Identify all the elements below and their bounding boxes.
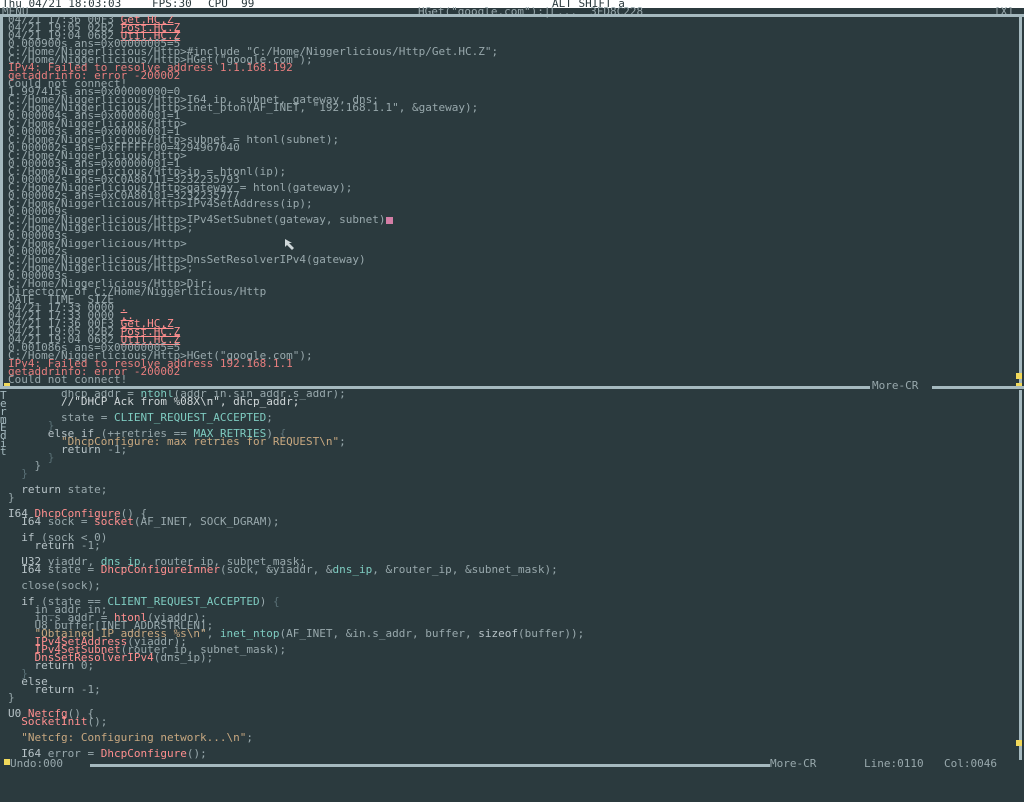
code-line: if (state == CLIENT_REQUEST_ACCEPTED) { [8,595,1016,608]
code-token: return [34,539,75,552]
code-line: DnsSetResolverIPv4(dns_ip); [8,651,1016,664]
code-token: -1; [100,443,128,456]
code-token: ; [266,411,273,424]
side-letter: t [0,445,7,458]
pane-separator-left[interactable] [0,386,870,389]
code-line: return state; [8,483,1016,496]
code-token: ; [339,435,346,448]
code-token: SocketInit [8,715,88,728]
code-token: sock = [41,515,95,528]
code-token: return [34,659,75,672]
text-cursor [385,216,393,224]
code-token: ) [259,595,273,608]
code-line: I64 sock = socket(AF_INET, SOCK_DGRAM); [8,515,1016,528]
code-line: I64 state = DhcpConfigureInner(sock, &yi… [8,563,1016,576]
code-token: DhcpConfigure [100,747,187,760]
code-line: } [8,668,1016,679]
code-token: 0; [74,659,95,672]
line-readout: Line:0110 [864,757,924,770]
code-token: -1; [74,539,101,552]
code-token: -1; [74,683,101,696]
terminal-right-border [1019,16,1022,386]
code-token: ; [246,731,254,744]
code-line: } [8,460,1016,471]
code-token: "Netcfg: Configuring network...\n" [8,731,247,744]
terminal-line: getaddrinfo: error -200002 [8,70,1018,81]
code-line: state = CLIENT_REQUEST_ACCEPTED; [8,411,1016,424]
code-token: state = [41,563,101,576]
terminal-line: C:/Home/Niggerlicious/Http>IPv4SetAddres… [8,198,1018,209]
terminal-line: Directory of C:/Home/Niggerlicious/Http [8,286,1018,297]
code-token: //"DHCP Ack from %08X\n", dhcp_addr; [8,395,300,408]
code-line: "DhcpConfigure: max retries for REQUEST\… [8,435,1016,448]
terminal-line: C:/Home/Niggerlicious/Http>; [8,222,1018,233]
editor-scroll-corner[interactable] [1016,740,1022,746]
code-token: (sock, &yiaddr, & [219,563,333,576]
code-token: , &router_ip, &subnet_mask); [372,563,558,576]
code-token: socket [94,515,134,528]
code-token: } [8,467,28,480]
code-line: return -1; [8,539,1016,552]
code-token: I64 [8,563,42,576]
code-line: "Netcfg: Configuring network...\n"; [8,731,1016,744]
code-token: inet_ntop [219,627,280,640]
code-token: I64 [8,515,42,528]
code-token: (); [186,747,207,760]
code-line: if (sock < 0) [8,532,1016,543]
code-line: close(sock); [8,579,1016,592]
code-line: SocketInit(); [8,715,1016,728]
editor-status-bar: Undo:000 More-CR Line:0110 Col:0046 [0,757,1024,770]
code-line: U0 Netcfg() { [8,708,1016,719]
code-line: //"DHCP Ack from %08X\n", dhcp_addr; [8,395,1016,408]
code-token: return [21,483,61,496]
terminal-line: C:/Home/Niggerlicious/Http>; [8,262,1018,273]
code-token: dns_ip [332,563,373,576]
editor-right-border[interactable] [1019,390,1022,760]
code-token: } [8,691,15,704]
code-token: CLIENT_REQUEST_ACCEPTED [107,595,260,608]
code-token: return [60,443,101,456]
code-line: else [8,676,1016,687]
more-cr-status: More-CR [770,757,817,770]
code-token: state; [61,483,108,496]
code-token: (buffer)); [517,627,585,640]
code-token: (); [87,715,108,728]
editor-side-label: TermEdit [0,390,7,458]
code-token: { [272,595,280,608]
terminal-line: getaddrinfo: error -200002 [8,366,1018,377]
code-token: (AF_INET, &in.s_addr, buffer, [279,627,479,640]
code-token: DhcpConfigureInner [100,563,220,576]
undo-counter: Undo:000 [10,757,63,770]
code-token: sizeof [478,627,518,640]
code-token: close(sock); [8,579,101,592]
code-token: , [206,627,220,640]
terminal-line: C:/Home/Niggerlicious/Http> [8,238,1018,249]
code-line: } [8,491,1016,504]
fps-readout: FPS:30 [152,0,192,10]
code-token: } [8,491,15,504]
code-line: } [8,691,1016,704]
output-text: Could not connect! [8,373,128,384]
code-token: (AF_INET, SOCK_DGRAM); [133,515,280,528]
col-readout: Col:0046 [944,757,997,770]
code-line: } [8,452,1016,463]
terminal-left-border [0,16,3,386]
terminal-output[interactable]: 04/21 17:36 00F3 Get.HC.Z 04/21 19:05 02B… [8,16,1018,384]
mouse-pointer-icon [285,239,294,250]
code-editor[interactable]: dhcp_addr = ntohl(addr_in.sin_addr.s_add… [8,390,1016,760]
code-line: } [8,467,1016,480]
terminal-line: 04/21 17:33 0000 . [8,302,1018,313]
code-token: CLIENT_REQUEST_ACCEPTED [113,411,267,424]
code-token: (dns_ip); [153,651,214,664]
cpu-readout: CPU 99 [208,0,255,10]
code-line: return -1; [8,683,1016,696]
pane-separator-right[interactable] [932,386,1024,389]
code-token: return [34,683,75,696]
